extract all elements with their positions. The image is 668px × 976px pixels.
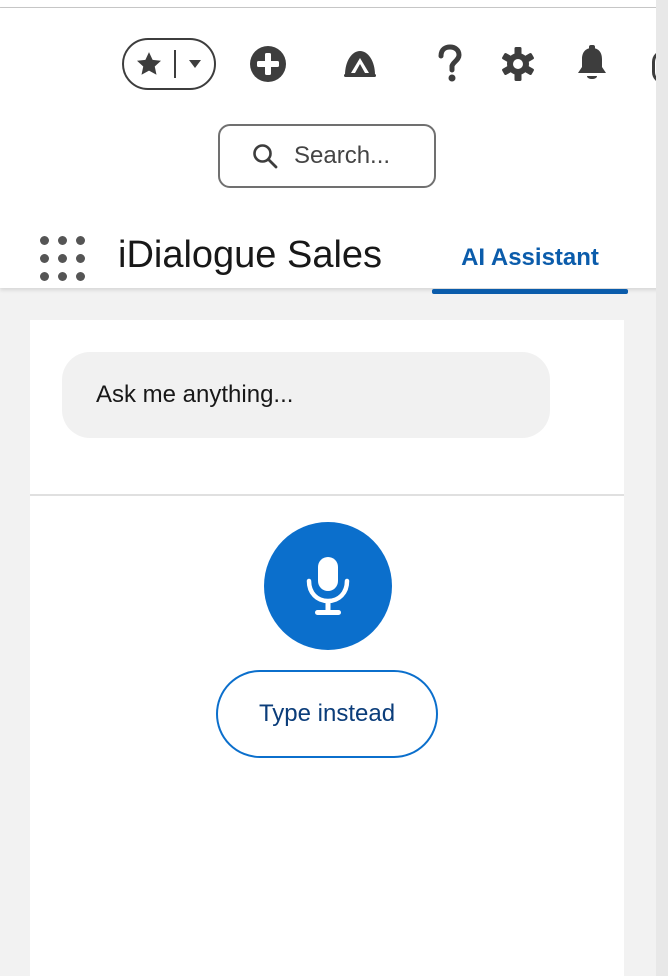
search-placeholder: Search... — [294, 142, 391, 169]
notifications-button[interactable] — [572, 44, 612, 84]
help-button[interactable] — [430, 44, 470, 84]
microphone-button[interactable] — [264, 522, 392, 650]
gear-icon — [502, 47, 534, 81]
favorites-group — [122, 38, 216, 90]
global-header: Search... iDialogue Sales AI Assistant — [0, 8, 668, 294]
window-top-edge — [0, 0, 668, 8]
question-icon — [438, 44, 462, 82]
window-scroll-edge — [656, 0, 668, 976]
guidance-center-button[interactable] — [340, 44, 380, 84]
setup-button[interactable] — [498, 44, 538, 84]
tab-ai-assistant-label: AI Assistant — [461, 244, 599, 271]
card-divider — [30, 494, 624, 496]
global-actions-button[interactable] — [248, 44, 288, 84]
ask-input[interactable]: Ask me anything... — [62, 352, 550, 438]
favorites-menu-button[interactable] — [176, 40, 214, 88]
ask-input-placeholder: Ask me anything... — [96, 381, 294, 408]
trailhead-icon — [344, 51, 376, 77]
global-search-button[interactable]: Search... — [218, 124, 436, 188]
search-icon — [253, 144, 278, 169]
star-icon — [137, 52, 161, 75]
app-name: iDialogue Sales — [118, 234, 383, 276]
favorites-button[interactable] — [124, 40, 174, 88]
microphone-icon — [306, 557, 350, 615]
active-tab-indicator — [432, 289, 628, 294]
type-instead-button[interactable]: Type instead — [216, 670, 438, 758]
tab-ai-assistant[interactable]: AI Assistant — [432, 232, 628, 294]
plus-circle-icon — [250, 46, 286, 82]
app-launcher-button[interactable] — [40, 236, 86, 282]
caret-down-icon — [189, 60, 201, 68]
bell-icon — [578, 45, 606, 79]
